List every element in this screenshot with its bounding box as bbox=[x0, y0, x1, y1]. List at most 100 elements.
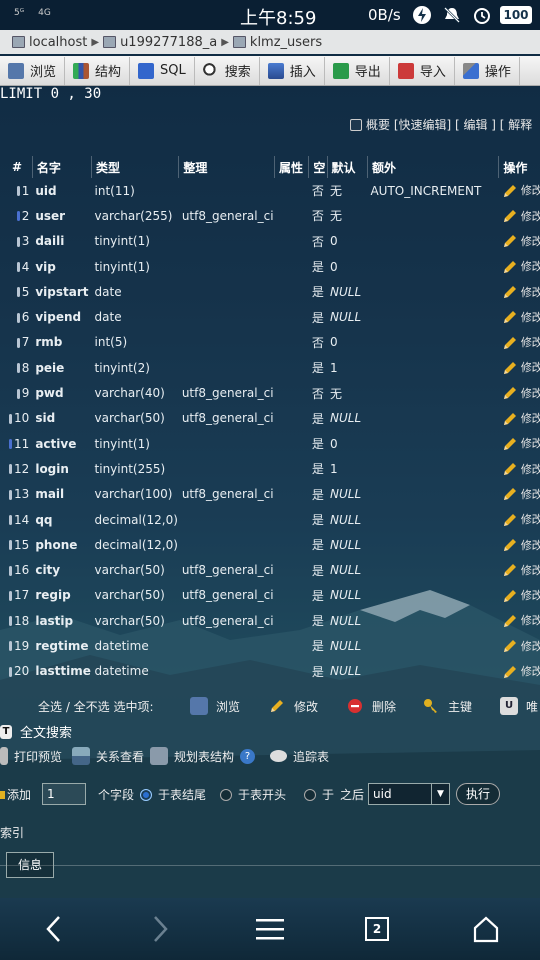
breadcrumb-server[interactable]: localhost bbox=[29, 35, 87, 50]
selected-primary-button[interactable]: 主键 bbox=[422, 697, 472, 715]
tab-insert[interactable]: 插入 bbox=[260, 56, 325, 85]
col-header-collation[interactable]: 整理 bbox=[178, 156, 276, 178]
tabs-button[interactable]: 2 bbox=[357, 910, 397, 948]
row-checkbox[interactable] bbox=[16, 363, 20, 374]
edit-field-button[interactable]: 修改 bbox=[499, 178, 540, 203]
tab-sql[interactable]: SQL bbox=[130, 56, 195, 85]
table-row[interactable]: 14 qq decimal(12,0) 是 NULL 修改 bbox=[0, 507, 540, 532]
tab-search[interactable]: 搜索 bbox=[195, 56, 260, 85]
table-row[interactable]: 3 daili tinyint(1) 否 0 修改 bbox=[0, 229, 540, 254]
edit-field-button[interactable]: 修改 bbox=[499, 380, 540, 405]
row-checkbox[interactable] bbox=[9, 666, 13, 677]
col-header-name[interactable]: 名字 bbox=[32, 156, 93, 178]
at-end-radio[interactable]: 于表结尾 bbox=[140, 786, 206, 803]
edit-field-button[interactable]: 修改 bbox=[499, 203, 540, 228]
breadcrumb-table[interactable]: klmz_users bbox=[250, 35, 322, 50]
fulltext-search-link[interactable]: T 全文搜索 bbox=[0, 722, 72, 741]
table-row[interactable]: 6 vipend date 是 NULL 修改 bbox=[0, 304, 540, 329]
selected-unique-button[interactable]: U唯 bbox=[500, 697, 538, 715]
edit-field-button[interactable]: 修改 bbox=[499, 229, 540, 254]
col-header-null[interactable]: 空 bbox=[308, 156, 328, 178]
selected-edit-button[interactable]: 修改 bbox=[268, 697, 318, 715]
col-header-default[interactable]: 默认 bbox=[327, 156, 368, 178]
table-row[interactable]: 10 sid varchar(50) utf8_general_ci 是 NULL 修改 bbox=[0, 406, 540, 431]
table-row[interactable]: 5 vipstart date 是 NULL 修改 bbox=[0, 279, 540, 304]
table-row[interactable]: 9 pwd varchar(40) utf8_general_ci 否无 修改 bbox=[0, 380, 540, 405]
profiling-checkbox[interactable] bbox=[350, 118, 362, 131]
edit-field-button[interactable]: 修改 bbox=[499, 406, 540, 431]
edit-field-button[interactable]: 修改 bbox=[499, 355, 540, 380]
after-radio[interactable]: 于之后 bbox=[304, 786, 364, 803]
table-row[interactable]: 2 user varchar(255) utf8_general_ci 否无 修改 bbox=[0, 203, 540, 228]
table-row[interactable]: 15 phone decimal(12,0) 是 NULL 修改 bbox=[0, 532, 540, 557]
table-row[interactable]: 4 vip tinyint(1) 是 0 修改 bbox=[0, 254, 540, 279]
indexes-label[interactable]: 索引 bbox=[0, 824, 24, 841]
row-checkbox[interactable] bbox=[9, 464, 13, 475]
tab-structure[interactable]: 结构 bbox=[65, 56, 131, 85]
table-row[interactable]: 16 city varchar(50) utf8_general_ci 是 NULL 修改 bbox=[0, 557, 540, 582]
table-row[interactable]: 17 regip varchar(50) utf8_general_ci 是 NULL 修改 bbox=[0, 583, 540, 608]
table-row[interactable]: 20 lasttime datetime 是 NULL 修改 bbox=[0, 659, 540, 684]
row-checkbox[interactable] bbox=[16, 312, 20, 323]
menu-button[interactable] bbox=[250, 910, 290, 948]
edit-field-button[interactable]: 修改 bbox=[499, 279, 540, 304]
row-checkbox[interactable] bbox=[9, 413, 13, 424]
row-checkbox[interactable] bbox=[9, 540, 13, 551]
selected-delete-button[interactable]: 删除 bbox=[346, 697, 396, 715]
edit-field-button[interactable]: 修改 bbox=[499, 254, 540, 279]
row-checkbox[interactable] bbox=[9, 439, 13, 450]
home-button[interactable] bbox=[466, 910, 506, 948]
table-row[interactable]: 19 regtime datetime 是 NULL 修改 bbox=[0, 633, 540, 658]
table-row[interactable]: 8 peie tinyint(2) 是 1 修改 bbox=[0, 355, 540, 380]
edit-field-button[interactable]: 修改 bbox=[499, 608, 540, 633]
edit-field-button[interactable]: 修改 bbox=[499, 330, 540, 355]
edit-field-button[interactable]: 修改 bbox=[499, 456, 540, 481]
row-checkbox[interactable] bbox=[16, 287, 20, 298]
after-field-select[interactable]: uid ▼ bbox=[368, 783, 450, 805]
breadcrumb-database[interactable]: u199277188_a bbox=[120, 35, 217, 50]
row-checkbox[interactable] bbox=[9, 616, 13, 627]
col-header-extra[interactable]: 额外 bbox=[367, 156, 500, 178]
row-checkbox[interactable] bbox=[16, 262, 20, 273]
query-links-text[interactable]: 概要 [快速编辑] [ 编辑 ] [ 解释 bbox=[366, 116, 532, 133]
table-row[interactable]: 12 login tinyint(255) 是 1 修改 bbox=[0, 456, 540, 481]
edit-field-button[interactable]: 修改 bbox=[499, 431, 540, 456]
forward-button[interactable] bbox=[140, 910, 180, 948]
edit-field-button[interactable]: 修改 bbox=[499, 659, 540, 684]
select-all-toggle[interactable]: 全选 / 全不选 选中项: bbox=[38, 698, 154, 715]
row-checkbox[interactable] bbox=[16, 236, 20, 247]
print-preview-link[interactable]: 打印预览 bbox=[0, 747, 62, 765]
tab-import[interactable]: 导入 bbox=[390, 56, 455, 85]
row-checkbox[interactable] bbox=[16, 186, 20, 197]
row-checkbox[interactable] bbox=[16, 337, 20, 348]
edit-field-button[interactable]: 修改 bbox=[499, 532, 540, 557]
col-header-attributes[interactable]: 属性 bbox=[274, 156, 310, 178]
tab-export[interactable]: 导出 bbox=[325, 56, 390, 85]
relation-view-link[interactable]: 关系查看 bbox=[72, 747, 144, 765]
help-icon[interactable]: ? bbox=[240, 748, 256, 764]
table-row[interactable]: 13 mail varchar(100) utf8_general_ci 是 NULL 修改 bbox=[0, 482, 540, 507]
edit-field-button[interactable]: 修改 bbox=[499, 557, 540, 582]
edit-field-button[interactable]: 修改 bbox=[499, 633, 540, 658]
at-start-radio[interactable]: 于表开头 bbox=[220, 786, 286, 803]
edit-field-button[interactable]: 修改 bbox=[499, 482, 540, 507]
edit-field-button[interactable]: 修改 bbox=[499, 304, 540, 329]
col-header-index[interactable]: # bbox=[0, 156, 33, 178]
go-button[interactable]: 执行 bbox=[456, 783, 500, 805]
edit-field-button[interactable]: 修改 bbox=[499, 583, 540, 608]
table-row[interactable]: 11 active tinyint(1) 是 0 修改 bbox=[0, 431, 540, 456]
tab-browse[interactable]: 浏览 bbox=[0, 56, 66, 85]
field-count-input[interactable]: 1 bbox=[42, 783, 86, 805]
propose-structure-link[interactable]: 规划表结构? bbox=[150, 747, 256, 765]
info-button[interactable]: 信息 bbox=[6, 852, 54, 878]
row-checkbox[interactable] bbox=[16, 211, 20, 222]
row-checkbox[interactable] bbox=[9, 489, 13, 500]
row-checkbox[interactable] bbox=[9, 565, 13, 576]
row-checkbox[interactable] bbox=[9, 515, 13, 525]
table-row[interactable]: 1 uid int(11) 否无 AUTO_INCREMENT 修改 bbox=[0, 178, 540, 203]
table-row[interactable]: 18 lastip varchar(50) utf8_general_ci 是 NULL 修… bbox=[0, 608, 540, 633]
row-checkbox[interactable] bbox=[9, 590, 13, 601]
edit-field-button[interactable]: 修改 bbox=[499, 507, 540, 532]
row-checkbox[interactable] bbox=[16, 388, 20, 399]
selected-browse-button[interactable]: 浏览 bbox=[190, 697, 240, 715]
